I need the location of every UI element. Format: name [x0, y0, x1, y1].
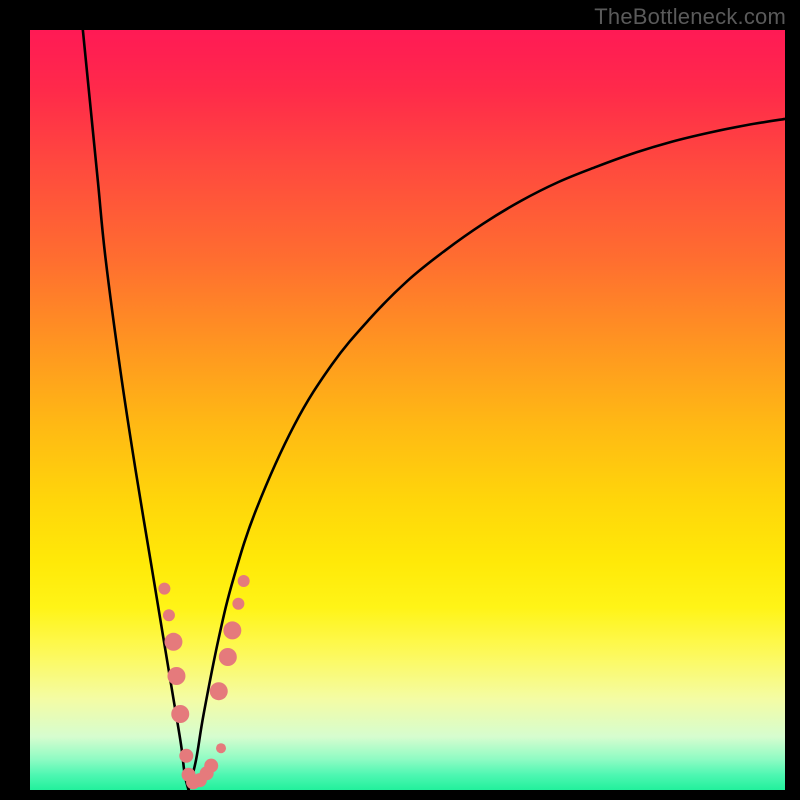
- data-dot: [158, 583, 170, 595]
- data-dot: [179, 749, 193, 763]
- data-dot: [223, 621, 241, 639]
- data-dot: [238, 575, 250, 587]
- data-dot: [204, 759, 218, 773]
- curve-group: [83, 30, 785, 790]
- dot-cluster: [158, 575, 249, 789]
- data-dot: [219, 648, 237, 666]
- data-dot: [216, 743, 226, 753]
- data-dot: [167, 667, 185, 685]
- right-branch-path: [189, 119, 785, 790]
- plot-area: [30, 30, 785, 790]
- chart-svg: [30, 30, 785, 790]
- data-dot: [210, 682, 228, 700]
- data-dot: [232, 598, 244, 610]
- data-dot: [163, 609, 175, 621]
- watermark-text: TheBottleneck.com: [594, 4, 786, 30]
- data-dot: [171, 705, 189, 723]
- data-dot: [164, 633, 182, 651]
